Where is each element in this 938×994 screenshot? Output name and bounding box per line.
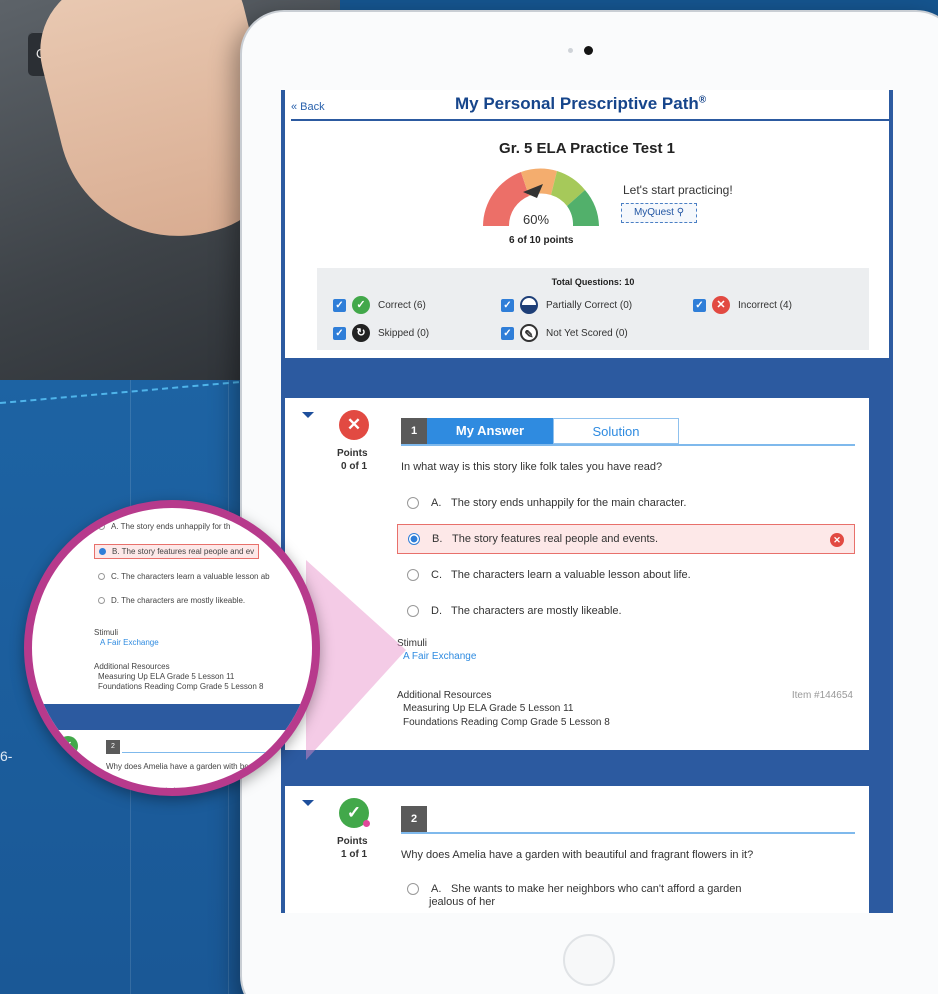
magnified-option: She wants to make h (134, 786, 209, 795)
checkbox-icon[interactable]: ✓ (693, 298, 706, 312)
points-label: Points (337, 836, 368, 847)
points-label: Points (337, 448, 368, 459)
option-continuation: jealous of her (429, 896, 496, 908)
checkbox-icon[interactable]: ✓ (333, 298, 346, 312)
partial-circle-icon (520, 296, 538, 314)
divider (401, 444, 855, 446)
magnified-option-selected: B. The story features real people and ev (94, 544, 260, 559)
incorrect-status-icon: ✕ (339, 410, 369, 440)
magnified-resource: Foundations Reading Comp Grade 5 Lesson … (98, 682, 264, 691)
divider (291, 119, 889, 121)
filter-not-yet-scored[interactable]: ✓ ✎ Not Yet Scored (0) (501, 324, 628, 342)
practice-message: Let's start practicing! (623, 183, 733, 197)
filter-correct[interactable]: ✓ ✓ Correct (6) (333, 296, 426, 314)
sensor-dot (568, 48, 573, 53)
radio-button[interactable] (407, 497, 419, 509)
test-title: Gr. 5 ELA Practice Test 1 (499, 140, 675, 157)
magnified-resource: Measuring Up ELA Grade 5 Lesson 11 (98, 672, 235, 681)
answer-option-selected[interactable]: B. The story features real people and ev… (397, 524, 855, 554)
points-value: 1 of 1 (341, 849, 368, 860)
checkbox-icon[interactable]: ✓ (333, 326, 346, 340)
magnified-option: A. The story ends unhappily for th (98, 522, 230, 531)
divider (122, 752, 312, 753)
question-summary: Total Questions: 10 ✓ ✓ Correct (6) ✓ Pa… (317, 268, 869, 350)
check-icon: ✓ (58, 736, 78, 756)
checkbox-icon[interactable]: ✓ (501, 326, 514, 340)
camera-icon (584, 46, 593, 55)
magnifier-callout: A. The story ends unhappily for th B. Th… (24, 500, 320, 796)
magnified-question-text: Why does Amelia have a garden with beaut (106, 762, 260, 771)
score-percent: 60% (523, 212, 550, 227)
question-number: 2 (401, 806, 427, 832)
answer-option[interactable]: C. The characters learn a valuable lesso… (397, 560, 855, 590)
resource-item: Foundations Reading Comp Grade 5 Lesson … (403, 717, 610, 728)
home-button[interactable] (563, 934, 615, 986)
resources-label: Additional Resources (397, 690, 492, 701)
answer-option[interactable]: D. The characters are mostly likeable. (397, 596, 855, 626)
checkbox-icon[interactable]: ✓ (501, 298, 514, 312)
tab-solution[interactable]: Solution (553, 418, 679, 444)
points-value: 0 of 1 (341, 461, 368, 472)
magnified-stimuli-label: Stimuli (94, 628, 119, 637)
app-screen: « Back My Personal Prescriptive Path® Gr… (281, 90, 893, 913)
check-icon: ✓ (352, 296, 370, 314)
back-link[interactable]: « Back (291, 101, 325, 113)
divider (401, 832, 855, 834)
magnified-points: ts (48, 760, 56, 769)
pencil-icon: ✎ (520, 324, 538, 342)
stimuli-link[interactable]: A Fair Exchange (403, 651, 476, 662)
answer-tabs: 2 (401, 806, 427, 832)
background-text: 6- (0, 748, 13, 764)
magnified-option: D. The characters are mostly likeable. (98, 596, 245, 605)
resource-item: Measuring Up ELA Grade 5 Lesson 11 (403, 703, 574, 714)
filter-skipped[interactable]: ✓ ↻ Skipped (0) (333, 324, 429, 342)
question-text: Why does Amelia have a garden with beaut… (401, 849, 754, 861)
skip-icon: ↻ (352, 324, 370, 342)
collapse-icon[interactable] (302, 800, 314, 806)
app-title: My Personal Prescriptive Path® (455, 94, 707, 113)
question-card: ✓ Points 1 of 1 2 Why does Amelia have a… (285, 786, 869, 913)
question-number: 1 (401, 418, 427, 444)
magnified-stimuli-link: A Fair Exchange (100, 638, 159, 647)
radio-button[interactable] (408, 533, 420, 545)
filter-incorrect[interactable]: ✓ ✕ Incorrect (4) (693, 296, 792, 314)
tab-my-answer[interactable]: My Answer (427, 418, 553, 444)
notification-dot (363, 820, 370, 827)
registered-mark: ® (698, 94, 707, 106)
magnified-question-number: 2 (106, 740, 120, 754)
radio-button[interactable] (407, 569, 419, 581)
magnified-band (32, 704, 312, 730)
myquest-button[interactable]: MyQuest ⚲ (621, 203, 697, 223)
header-card: « Back My Personal Prescriptive Path® Gr… (285, 90, 889, 358)
magnified-resources-label: Additional Resources (94, 662, 170, 671)
item-id: Item #144654 (791, 690, 853, 701)
answer-tabs: 1 My Answer Solution (401, 418, 679, 444)
question-text: In what way is this story like folk tale… (401, 461, 663, 473)
summary-title: Total Questions: 10 (551, 277, 635, 287)
answer-option[interactable]: A. The story ends unhappily for the main… (397, 488, 855, 518)
radio-button[interactable] (407, 883, 419, 895)
magnified-option: C. The characters learn a valuable lesso… (98, 572, 270, 581)
collapse-icon[interactable] (302, 412, 314, 418)
score-points: 6 of 10 points (509, 235, 574, 246)
location-pin-icon: ⚲ (676, 207, 685, 218)
x-icon: ✕ (830, 533, 844, 547)
radio-button[interactable] (407, 605, 419, 617)
filter-partially-correct[interactable]: ✓ Partially Correct (0) (501, 296, 632, 314)
magnifier-beam (306, 560, 406, 760)
x-icon: ✕ (712, 296, 730, 314)
